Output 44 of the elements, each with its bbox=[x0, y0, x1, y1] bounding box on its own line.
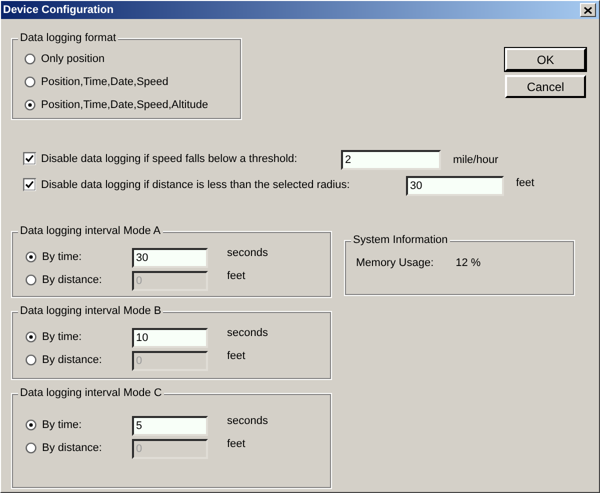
group-title: System Information bbox=[351, 234, 450, 247]
text-field[interactable]: 30 bbox=[132, 248, 208, 268]
radio-label: By time: bbox=[42, 250, 82, 264]
dialog-button[interactable]: OK bbox=[505, 48, 586, 71]
checkbox-label: Disable data logging if distance is less than the selected radius: bbox=[41, 178, 350, 192]
radio-label: By time: bbox=[42, 330, 82, 344]
info-label: Memory Usage: bbox=[356, 257, 434, 269]
unit-label: mile/hour bbox=[453, 153, 498, 167]
text-field[interactable]: 10 bbox=[132, 328, 208, 348]
unit-label: feet bbox=[516, 176, 534, 190]
checkbox[interactable] bbox=[23, 152, 36, 166]
radio-button[interactable] bbox=[24, 99, 36, 111]
unit-label: seconds bbox=[227, 414, 268, 428]
radio-button[interactable] bbox=[24, 53, 36, 65]
close-button[interactable] bbox=[580, 3, 596, 17]
unit-label: feet bbox=[227, 269, 246, 283]
text-field[interactable]: 30 bbox=[406, 176, 504, 196]
checkbox-label: Disable data logging if speed falls below a threshold: bbox=[41, 152, 298, 166]
group-title: Data logging interval Mode A bbox=[18, 225, 163, 238]
radio-label: Position,Time,Date,Speed bbox=[41, 75, 168, 89]
unit-label: seconds bbox=[227, 246, 268, 260]
unit-label: feet bbox=[227, 437, 246, 451]
window-title: Device Configuration bbox=[3, 4, 114, 16]
close-icon bbox=[584, 6, 592, 14]
group-title: Data logging interval Mode C bbox=[18, 387, 164, 400]
checkbox[interactable] bbox=[23, 178, 36, 192]
radio-label: By time: bbox=[42, 418, 82, 432]
radio-label: By distance: bbox=[42, 440, 102, 454]
group-title: Data logging interval Mode B bbox=[18, 305, 164, 318]
unit-label: seconds bbox=[227, 326, 268, 340]
dialog-button[interactable]: Cancel bbox=[505, 75, 586, 98]
radio-button[interactable] bbox=[25, 330, 37, 342]
radio-label: By distance: bbox=[42, 352, 102, 366]
radio-button[interactable] bbox=[24, 76, 36, 88]
radio-button[interactable] bbox=[25, 250, 37, 262]
info-value: 12 % bbox=[456, 257, 481, 269]
text-field[interactable]: 5 bbox=[132, 416, 208, 436]
radio-label: Position,Time,Date,Speed,Altitude bbox=[41, 98, 208, 112]
group-title: Data logging format bbox=[18, 32, 118, 45]
unit-label: feet bbox=[227, 349, 246, 363]
radio-button[interactable] bbox=[25, 418, 37, 430]
text-field[interactable]: 2 bbox=[341, 150, 441, 170]
radio-label: By distance: bbox=[42, 272, 102, 286]
radio-label: Only position bbox=[41, 52, 105, 66]
